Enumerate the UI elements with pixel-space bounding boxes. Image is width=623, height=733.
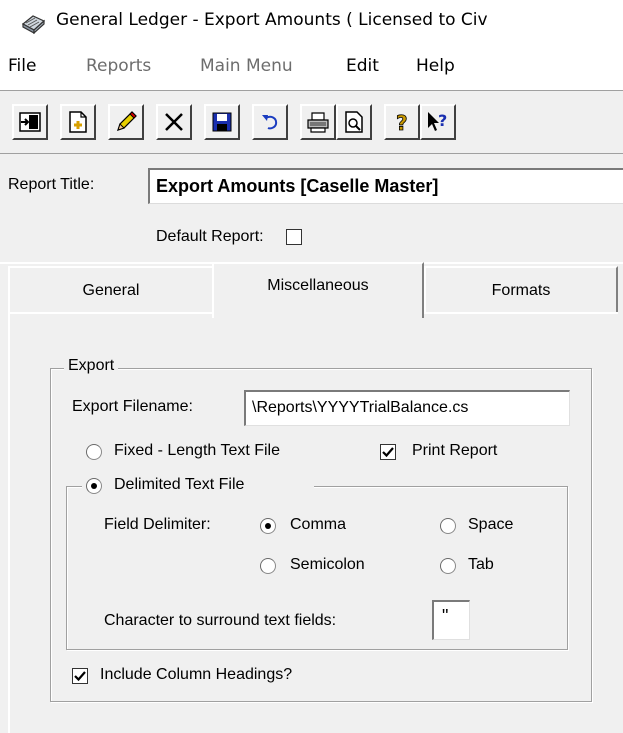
panel-left-edge (8, 312, 10, 733)
exit-icon (19, 112, 41, 132)
print-preview-icon (345, 111, 363, 133)
field-delimiter-label: Field Delimiter: (104, 516, 211, 533)
menu-reports[interactable]: Reports (86, 56, 151, 76)
tab-general-label: General (82, 282, 140, 299)
tab-miscellaneous[interactable]: Miscellaneous (212, 262, 424, 318)
new-icon (69, 111, 87, 133)
context-help-icon: ? (428, 111, 447, 131)
fixed-length-radio[interactable] (86, 444, 102, 460)
menu-help[interactable]: Help (416, 56, 455, 76)
tab-baseline-left (8, 312, 212, 314)
tab-formats[interactable]: Formats (424, 266, 618, 314)
tab-miscellaneous-label: Miscellaneous (267, 277, 369, 294)
include-headings-label: Include Column Headings? (100, 666, 293, 683)
checkmark-icon (74, 671, 86, 682)
checkmark-icon (382, 447, 394, 458)
print-icon (307, 112, 329, 133)
undo-button[interactable] (252, 104, 288, 140)
edit-icon (117, 111, 137, 131)
space-label: Space (468, 516, 514, 533)
tab-general[interactable]: General (8, 266, 214, 314)
default-report-checkbox[interactable] (286, 229, 302, 245)
comma-label: Comma (290, 516, 347, 533)
menu-edit[interactable]: Edit (346, 56, 379, 76)
export-filename-label: Export Filename: (72, 398, 193, 415)
print-report-label: Print Report (412, 442, 498, 459)
ledger-app-icon (20, 10, 46, 35)
undo-icon (262, 115, 278, 130)
print-report-checkbox[interactable] (380, 444, 396, 460)
delete-button[interactable] (156, 104, 192, 140)
space-radio[interactable] (440, 518, 456, 534)
print-preview-button[interactable] (336, 104, 372, 140)
context-help-button[interactable]: ? (420, 104, 456, 140)
report-title-input[interactable]: Export Amounts [Caselle Master] (148, 168, 623, 204)
include-headings-checkbox[interactable] (72, 668, 88, 684)
delimited-radio[interactable] (86, 478, 102, 494)
tab-radio[interactable] (440, 558, 456, 574)
semicolon-label: Semicolon (290, 556, 365, 573)
help-icon: ? (396, 111, 408, 135)
export-filename-input[interactable]: \Reports\YYYYTrialBalance.cs (244, 390, 570, 426)
delete-icon (165, 113, 183, 131)
comma-radio[interactable] (260, 518, 276, 534)
tab-baseline-right (424, 312, 618, 314)
menu-file[interactable]: File (8, 56, 36, 76)
print-button[interactable] (300, 104, 336, 140)
edit-button[interactable] (108, 104, 144, 140)
delimited-label: Delimited Text File (114, 476, 245, 493)
report-title-label: Report Title: (8, 176, 95, 193)
save-icon (212, 112, 232, 132)
svg-text:?: ? (396, 111, 408, 135)
help-button[interactable]: ? (384, 104, 420, 140)
fixed-length-label: Fixed - Length Text File (114, 442, 281, 459)
svg-text:?: ? (438, 111, 447, 130)
save-button[interactable] (204, 104, 240, 140)
window-title: General Ledger - Export Amounts ( Licens… (56, 10, 488, 30)
default-report-label: Default Report: (156, 228, 264, 245)
export-group-title: Export (64, 357, 119, 375)
menu-main-menu[interactable]: Main Menu (200, 56, 293, 76)
exit-button[interactable] (12, 104, 48, 140)
tab-delimiter-label: Tab (468, 556, 494, 573)
new-button[interactable] (60, 104, 96, 140)
semicolon-radio[interactable] (260, 558, 276, 574)
tab-formats-label: Formats (491, 282, 551, 299)
surround-char-input[interactable]: " (432, 600, 470, 640)
surround-char-label: Character to surround text fields: (104, 612, 337, 629)
